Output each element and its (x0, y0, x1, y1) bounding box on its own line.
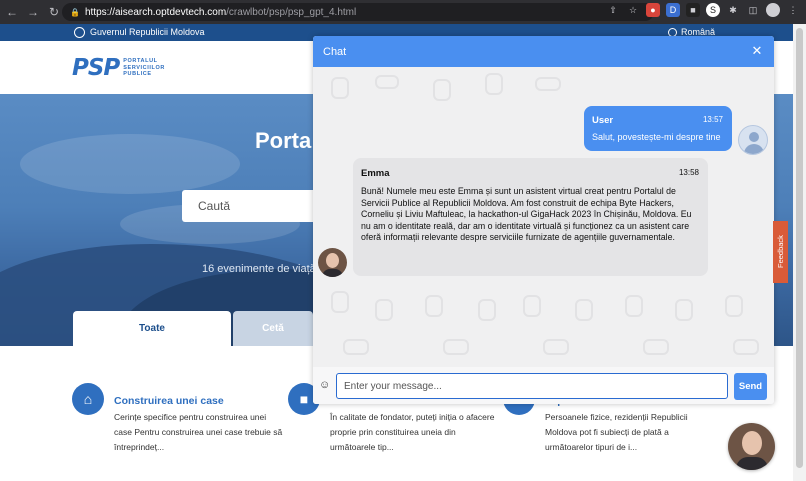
background-pattern-icon (543, 339, 569, 355)
background-pattern-icon (675, 299, 693, 321)
chat-messages[interactable]: User 13:57 Salut, povestește-mi despre t… (313, 67, 774, 367)
logo-text: PORTALUL SERVICIILOR PUBLICE (123, 58, 165, 78)
share-icon[interactable]: ⇧ (606, 3, 620, 17)
chat-message-input[interactable] (336, 373, 728, 399)
message-author: Emma (361, 168, 390, 179)
background-pattern-icon (575, 299, 593, 321)
chat-input-bar: ☺ Send (313, 367, 774, 404)
page-scrollbar[interactable] (793, 24, 806, 481)
card-description: Cerințe specifice pentru construirea une… (114, 412, 283, 452)
url-path: /crawlbot/psp/psp_gpt_4.html (226, 6, 357, 18)
background-pattern-icon (433, 79, 451, 101)
bookmark-star-icon[interactable]: ☆ (626, 3, 640, 17)
back-icon[interactable]: ← (3, 3, 21, 21)
message-text: Salut, povestește-mi despre tine (592, 132, 721, 142)
chat-title: Chat (323, 45, 347, 58)
gov-label[interactable]: Guvernul Republicii Moldova (90, 27, 205, 37)
menu-dots-icon[interactable]: ⋮ (786, 3, 800, 17)
background-pattern-icon (625, 295, 643, 317)
gov-emblem-icon (74, 27, 85, 38)
background-pattern-icon (331, 291, 349, 313)
url-host: https://aisearch.optdevtech.com (84, 6, 227, 18)
message-time: 13:58 (678, 168, 699, 177)
puzzle-icon[interactable]: ✱ (726, 3, 740, 17)
background-pattern-icon (733, 339, 759, 355)
extension-red-icon[interactable]: ● (646, 3, 660, 17)
user-message-bubble: User 13:57 Salut, povestește-mi despre t… (584, 106, 732, 151)
hero-title: Porta (255, 128, 312, 153)
forward-icon[interactable]: → (24, 3, 42, 21)
extension-blue-icon[interactable]: D (666, 3, 680, 17)
chat-launcher-avatar[interactable] (728, 423, 775, 470)
psp-logo[interactable]: PSP PORTALUL SERVICIILOR PUBLICE (72, 55, 165, 81)
background-pattern-icon (535, 77, 561, 91)
bot-message-bubble: Emma 13:58 Bună! Numele meu este Emma și… (353, 158, 708, 276)
message-author: User (592, 115, 614, 126)
background-pattern-icon (478, 299, 496, 321)
emoji-icon[interactable]: ☺ (319, 379, 331, 391)
house-icon: ⌂ (72, 383, 104, 415)
card-description: În calitate de fondator, puteți iniția o… (330, 412, 495, 452)
browser-toolbar: ← → ↻ 🔒 https://aisearch.optdevtech.com /… (0, 0, 806, 24)
profile-avatar-icon[interactable] (766, 3, 780, 17)
lock-icon: 🔒 (70, 7, 80, 17)
extension-dark-icon[interactable]: ■ (686, 3, 700, 17)
background-pattern-icon (425, 295, 443, 317)
user-avatar (738, 125, 768, 155)
hero-search-input[interactable]: Caută (182, 190, 322, 222)
extension-s-icon[interactable]: S (706, 3, 720, 17)
background-pattern-icon (643, 339, 669, 355)
scrollbar-thumb[interactable] (796, 28, 803, 468)
feedback-tab[interactable]: Feedback (773, 221, 788, 283)
background-pattern-icon (343, 339, 369, 355)
message-time: 13:57 (702, 115, 723, 124)
background-pattern-icon (331, 77, 349, 99)
chat-window: Chat ✕ User 13:57 Salut, povestește-mi d… (313, 36, 774, 404)
close-icon[interactable]: ✕ (750, 44, 764, 58)
background-pattern-icon (725, 295, 743, 317)
card-title[interactable]: Construirea unei case (114, 395, 284, 407)
message-text: Bună! Numele meu este Emma și sunt un as… (361, 186, 692, 242)
background-pattern-icon (375, 75, 399, 89)
background-pattern-icon (443, 339, 469, 355)
background-pattern-icon (485, 73, 503, 95)
tab-citizen[interactable]: Cetă (233, 311, 313, 346)
send-button[interactable]: Send (734, 373, 767, 400)
logo-mark: PSP (72, 55, 120, 81)
reload-icon[interactable]: ↻ (45, 3, 63, 21)
card-description: Persoanele fizice, rezidenții Republicii… (545, 412, 688, 452)
hero-subtitle: 16 evenimente de viață (202, 263, 316, 275)
tab-all[interactable]: Toate (73, 311, 231, 346)
sidebar-icon[interactable]: ◫ (746, 3, 760, 17)
address-bar[interactable]: 🔒 https://aisearch.optdevtech.com/crawlb… (62, 3, 654, 21)
bot-avatar (318, 248, 347, 277)
background-pattern-icon (523, 295, 541, 317)
chat-header: Chat ✕ (313, 36, 774, 67)
background-pattern-icon (375, 299, 393, 321)
hero-cloud (20, 134, 240, 194)
